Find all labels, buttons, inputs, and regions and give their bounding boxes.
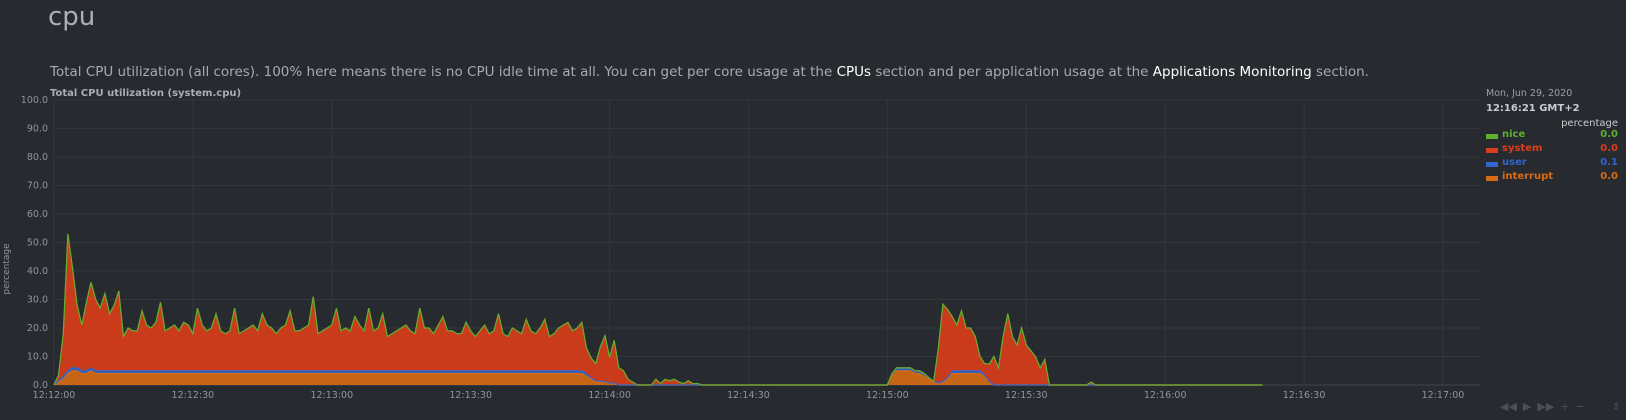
resize-handle-icon[interactable]: ⇕ [1612,402,1620,413]
system-swatch [1486,148,1498,153]
legend-value-user: 0.1 [1600,157,1618,168]
y-tick-label: 20.0 [27,323,48,334]
x-tick-label: 12:15:30 [1005,390,1048,401]
y-tick-label: 30.0 [27,295,48,306]
x-tick-label: 12:14:00 [588,390,631,401]
x-tick-label: 12:14:30 [727,390,770,401]
legend-value-system: 0.0 [1600,143,1618,154]
y-tick-label: 80.0 [27,152,48,163]
chart-toolbox: ◀◀ ▶ ▶▶ + − [1500,400,1585,416]
x-tick-label: 12:12:00 [33,390,76,401]
x-tick-label: 12:13:30 [449,390,492,401]
nice-swatch [1486,134,1498,139]
y-tick-label: 90.0 [27,124,48,135]
legend-units: percentage [1561,118,1618,129]
x-tick-label: 12:12:30 [172,390,215,401]
legend-time: 12:16:21 GMT+2 [1486,103,1580,114]
legend-label-user[interactable]: user [1502,157,1527,168]
zoom-out-icon[interactable]: − [1576,400,1585,416]
x-tick-label: 12:16:30 [1283,390,1326,401]
legend-item-nice[interactable]: nice 0.0 [1486,129,1618,143]
x-tick-label: 12:16:00 [1144,390,1187,401]
interrupt-swatch [1486,176,1498,181]
cpu-area-chart[interactable]: 0.010.020.030.040.050.060.070.080.090.01… [0,0,1480,420]
y-tick-label: 60.0 [27,209,48,220]
zoom-in-icon[interactable]: + [1560,400,1569,416]
legend-item-system[interactable]: system 0.0 [1486,143,1618,157]
legend-label-system[interactable]: system [1502,143,1542,154]
y-tick-label: 40.0 [27,266,48,277]
y-tick-label: 100.0 [21,95,48,106]
pan-right-icon[interactable]: ▶▶ [1537,400,1554,416]
legend-item-user[interactable]: user 0.1 [1486,157,1618,171]
legend-value-interrupt: 0.0 [1600,171,1618,182]
chart-legend: Mon, Jun 29, 2020 12:16:21 GMT+2 percent… [1486,88,1618,185]
play-icon[interactable]: ▶ [1523,400,1531,416]
legend-label-nice[interactable]: nice [1502,129,1525,140]
legend-date: Mon, Jun 29, 2020 [1486,88,1573,99]
x-ticks: 12:12:00 12:12:30 12:13:00 12:13:30 12:14:00… [33,390,1465,401]
user-swatch [1486,162,1498,167]
legend-item-interrupt[interactable]: interrupt 0.0 [1486,171,1618,185]
legend-value-nice: 0.0 [1600,129,1618,140]
x-tick-label: 12:13:00 [310,390,353,401]
y-tick-label: 10.0 [27,352,48,363]
y-tick-label: 70.0 [27,181,48,192]
x-tick-label: 12:17:00 [1422,390,1465,401]
legend-label-interrupt[interactable]: interrupt [1502,171,1553,182]
pan-left-icon[interactable]: ◀◀ [1500,400,1517,416]
y-tick-label: 50.0 [27,238,48,249]
x-tick-label: 12:15:00 [866,390,909,401]
y-ticks: 0.010.020.030.040.050.060.070.080.090.01… [21,95,48,391]
